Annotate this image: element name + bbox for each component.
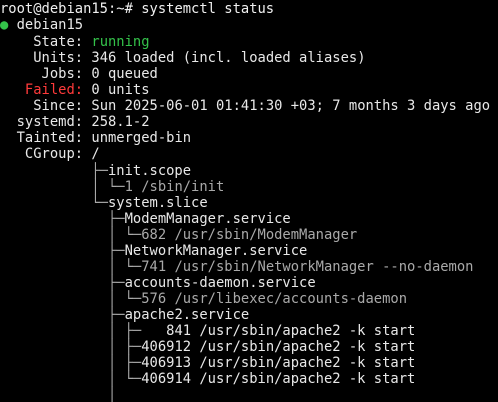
failed-row: Failed: 0 units: [0, 82, 150, 98]
tree-node: 741 /usr/sbin/NetworkManager --no-daemon: [141, 259, 474, 275]
tree-node: NetworkManager.service: [124, 243, 308, 259]
tree-row: ├─apache2.service: [0, 307, 249, 323]
since-row: Since: Sun 2025-06-01 01:41:30 +03; 7 mo…: [0, 98, 490, 114]
tree-branch: │ ├─: [0, 355, 142, 371]
tree-row: │ └─576 /usr/libexec/accounts-daemon: [0, 291, 407, 307]
since-value: Sun 2025-06-01 01:41:30 +03; 7 months 3 …: [83, 98, 491, 114]
tree-node: 841 /usr/sbin/apache2 -k start: [141, 323, 416, 339]
systemd-row: systemd: 258.1-2: [0, 114, 150, 130]
tree-branch: │ └─: [0, 291, 142, 307]
tree-branch: │: [0, 387, 117, 402]
tree-branch: ├─: [0, 307, 125, 323]
tree-branch: ├─: [0, 211, 125, 227]
units-value: 346 loaded (incl. loaded aliases): [83, 50, 366, 66]
tree-row: ├─init.scope: [0, 163, 191, 179]
tree-row: ├─ModemManager.service: [0, 211, 291, 227]
cgroup-value: /: [83, 146, 100, 162]
tree-node: 406912 /usr/sbin/apache2 -k start: [141, 339, 416, 355]
jobs-label: Jobs:: [0, 66, 84, 82]
tree-branch: │ ├─: [0, 339, 142, 355]
cgroup-row: CGroup: /: [0, 146, 100, 162]
tree-node: 406913 /usr/sbin/apache2 -k start: [141, 355, 416, 371]
shell-prompt: root@debian15:~#: [0, 1, 133, 17]
systemd-label: systemd:: [0, 114, 84, 130]
units-row: Units: 346 loaded (incl. loaded aliases): [0, 50, 366, 66]
tainted-row: Tainted: unmerged-bin: [0, 130, 191, 146]
tree-node: apache2.service: [124, 307, 250, 323]
command-text: systemctl status: [132, 1, 275, 17]
tree-branch: │ └─: [0, 371, 142, 387]
tree-row: ├─accounts-daemon.service: [0, 275, 316, 291]
since-label: Since:: [0, 98, 84, 114]
tree-row: │ └─1 /sbin/init: [0, 179, 224, 195]
tree-row: │ └─741 /usr/sbin/NetworkManager --no-da…: [0, 259, 474, 275]
tree-node: accounts-daemon.service: [124, 275, 316, 291]
failed-label: Failed:: [0, 82, 84, 98]
tainted-label: Tainted:: [0, 130, 84, 146]
cgroup-label: CGroup:: [0, 146, 84, 162]
tree-branch: │ ├─: [0, 323, 142, 339]
tree-branch: │ └─: [0, 227, 142, 243]
tree-node: 682 /usr/sbin/ModemManager: [141, 227, 358, 243]
tree-node: ModemManager.service: [124, 211, 291, 227]
jobs-row: Jobs: 0 queued: [0, 66, 158, 82]
units-label: Units:: [0, 50, 84, 66]
tree-row: │ └─406914 /usr/sbin/apache2 -k start: [0, 371, 415, 387]
tree-row: │ └─682 /usr/sbin/ModemManager: [0, 227, 357, 243]
tree-branch: ├─: [0, 163, 108, 179]
tree-branch: └─: [0, 195, 108, 211]
prompt-line: root@debian15:~# systemctl status: [0, 1, 274, 17]
tree-node: 406914 /usr/sbin/apache2 -k start: [141, 371, 416, 387]
jobs-value: 0 queued: [83, 66, 158, 82]
state-row: State: running: [0, 34, 150, 50]
systemd-value: 258.1-2: [83, 114, 150, 130]
tree-branch: ├─: [0, 275, 125, 291]
tree-node: 576 /usr/libexec/accounts-daemon: [141, 291, 408, 307]
hostname: debian15: [16, 17, 84, 33]
host-line: ● debian15: [0, 17, 83, 33]
tree-row: │: [0, 387, 116, 402]
failed-value: 0 units: [83, 82, 150, 98]
tree-row: │ ├─406913 /usr/sbin/apache2 -k start: [0, 355, 415, 371]
tree-row: └─system.slice: [0, 195, 208, 211]
tree-node: system.slice: [107, 195, 208, 211]
state-label: State:: [0, 34, 84, 50]
tree-node: init.scope: [107, 163, 192, 179]
tree-node: 1 /sbin/init: [124, 179, 225, 195]
state-value: running: [83, 34, 150, 50]
tree-branch: ├─: [0, 243, 125, 259]
tree-branch: │ └─: [0, 179, 125, 195]
tree-row: │ ├─ 841 /usr/sbin/apache2 -k start: [0, 323, 415, 339]
tree-branch: │ └─: [0, 259, 142, 275]
tree-row: │ ├─406912 /usr/sbin/apache2 -k start: [0, 339, 415, 355]
tree-row: ├─NetworkManager.service: [0, 243, 307, 259]
terminal-window[interactable]: root@debian15:~# systemctl status ● debi…: [0, 0, 498, 402]
tainted-value: unmerged-bin: [83, 130, 192, 146]
